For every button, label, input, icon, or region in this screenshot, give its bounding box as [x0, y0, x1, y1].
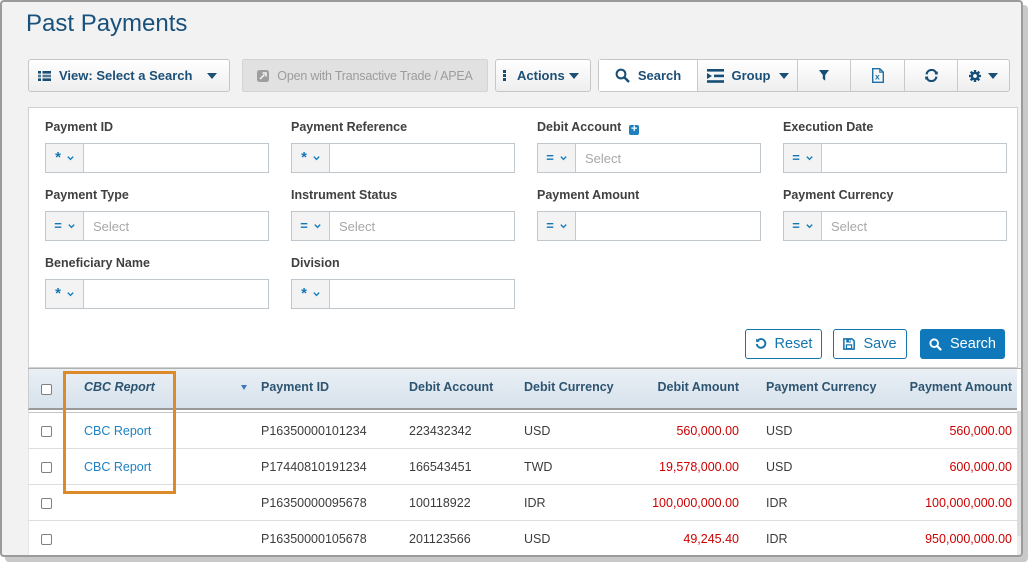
- svg-text:x: x: [875, 72, 880, 82]
